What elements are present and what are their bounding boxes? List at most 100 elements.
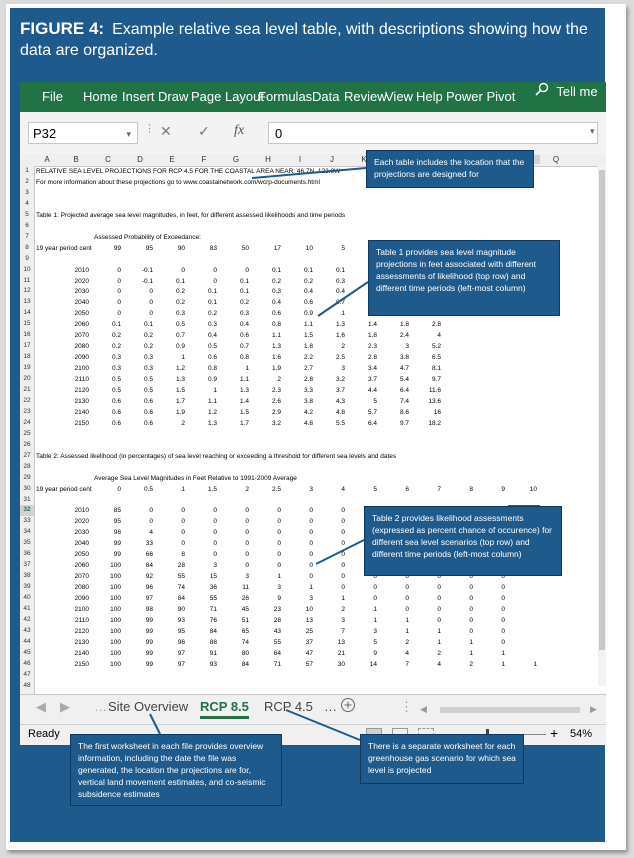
cell-value[interactable]: 0 (252, 540, 281, 547)
cell-value[interactable]: 2.7 (284, 365, 313, 372)
cell-value[interactable]: 6.4 (380, 387, 409, 394)
cell-value[interactable]: 0.3 (92, 354, 121, 361)
table2-level-header[interactable]: Average Sea Level Magnitudes in Feet Rel… (94, 475, 297, 482)
cell-value[interactable]: 6.5 (412, 354, 441, 361)
cell-value[interactable]: 9.7 (412, 376, 441, 383)
insert-function-icon[interactable]: fx (234, 123, 244, 139)
cell-value[interactable]: 2 (380, 639, 409, 646)
cell-value[interactable]: 4.4 (348, 387, 377, 394)
row-header[interactable]: 27 (20, 451, 34, 462)
cell-value[interactable]: 28 (252, 617, 281, 624)
cell-value[interactable]: 0 (476, 606, 505, 613)
cell-value[interactable]: 0 (220, 529, 249, 536)
cell-value[interactable]: 0 (252, 507, 281, 514)
vertical-scrollbar[interactable] (598, 166, 606, 686)
tab-home[interactable]: Home (83, 89, 118, 104)
cell-value[interactable]: 1 (156, 486, 185, 493)
row-header[interactable]: 1 (20, 166, 34, 177)
cell-value[interactable]: 1.4 (348, 321, 377, 328)
row-header[interactable]: 40 (20, 593, 34, 604)
cell-value[interactable]: 4 (316, 486, 345, 493)
row-header[interactable]: 12 (20, 286, 34, 297)
cell-value[interactable]: 57 (284, 661, 313, 668)
cell-value[interactable]: 5.5 (316, 420, 345, 427)
cell-value[interactable]: 2110 (60, 617, 89, 624)
cell-value[interactable]: 2010 (60, 507, 89, 514)
cell-value[interactable]: 2150 (60, 420, 89, 427)
formula-input[interactable]: 0 (268, 122, 598, 144)
tab-more-dots[interactable]: … (94, 699, 107, 714)
cell-value[interactable]: 2070 (60, 573, 89, 580)
cell-value[interactable]: 84 (124, 562, 153, 569)
cell-value[interactable]: 0.5 (92, 387, 121, 394)
cell-value[interactable]: 65 (220, 628, 249, 635)
vertical-scrollbar-thumb[interactable] (599, 170, 605, 650)
cell-value[interactable]: 2.5 (252, 486, 281, 493)
column-header-a[interactable]: A (34, 155, 60, 164)
chevron-down-icon[interactable]: ▾ (126, 123, 131, 145)
cell-value[interactable]: 1.5 (188, 486, 217, 493)
cell-value[interactable]: 1.8 (284, 343, 313, 350)
cell-value[interactable]: 0.9 (156, 343, 185, 350)
cell-value[interactable]: 6 (380, 486, 409, 493)
cell-value[interactable]: 0.6 (284, 299, 313, 306)
cell-value[interactable]: 0.6 (124, 398, 153, 405)
tab-more-dots-right[interactable]: … (324, 699, 337, 714)
cell-value[interactable]: 1 (188, 387, 217, 394)
cell-value[interactable]: 4.3 (316, 398, 345, 405)
cell-value[interactable]: 0.1 (316, 267, 345, 274)
cell-value[interactable]: 1 (316, 595, 345, 602)
cell-value[interactable]: 2060 (60, 562, 89, 569)
cell-value[interactable]: 74 (156, 584, 185, 591)
cell-value[interactable]: 0 (476, 617, 505, 624)
enter-check-icon[interactable]: ✓ (198, 123, 210, 140)
cell-value[interactable]: 0 (92, 486, 121, 493)
row-header[interactable]: 21 (20, 385, 34, 396)
cell-value[interactable]: 0.1 (188, 288, 217, 295)
cell-value[interactable]: 2.3 (252, 387, 281, 394)
tab-help[interactable]: Help (416, 89, 443, 104)
cell-value[interactable]: 0 (252, 562, 281, 569)
cell-value[interactable]: 0.8 (188, 365, 217, 372)
cell-value[interactable]: 0.6 (220, 332, 249, 339)
cell-value[interactable]: 0.2 (188, 310, 217, 317)
cell-value[interactable]: 0 (444, 617, 473, 624)
cell-value[interactable]: 8.6 (380, 409, 409, 416)
cell-value[interactable]: 98 (124, 606, 153, 613)
cell-value[interactable]: 2.9 (252, 409, 281, 416)
cell-value[interactable]: 2 (316, 343, 345, 350)
cell-value[interactable]: 3.7 (316, 387, 345, 394)
cell-value[interactable]: 0 (124, 310, 153, 317)
cell-value[interactable]: 0 (348, 584, 377, 591)
cell-value[interactable]: 3 (316, 617, 345, 624)
cell-value[interactable]: 4.2 (284, 409, 313, 416)
cell-value[interactable]: 0 (124, 299, 153, 306)
cell-value[interactable]: 0.1 (252, 267, 281, 274)
cell-value[interactable]: 100 (92, 617, 121, 624)
cell-value[interactable]: 1.2 (156, 365, 185, 372)
cell-value[interactable]: 1.1 (284, 321, 313, 328)
row-header[interactable]: 2 (20, 177, 34, 188)
cell-value[interactable]: 99 (124, 661, 153, 668)
cell-value[interactable]: 11 (220, 584, 249, 591)
cell-value[interactable]: 0 (156, 507, 185, 514)
cell-value[interactable]: 2040 (60, 299, 89, 306)
cell-value[interactable]: 0.5 (156, 321, 185, 328)
row-header[interactable]: 48 (20, 681, 34, 692)
cell-value[interactable]: 74 (220, 639, 249, 646)
cell-value[interactable]: 99 (92, 245, 121, 252)
cell-value[interactable]: 3.8 (380, 354, 409, 361)
cell-value[interactable]: 0 (444, 584, 473, 591)
cell-value[interactable]: 0.3 (124, 365, 153, 372)
name-box[interactable]: P32 ▾ (28, 122, 138, 144)
cell-value[interactable]: 7 (412, 486, 441, 493)
cell-value[interactable]: 0 (220, 518, 249, 525)
cell-value[interactable]: 0 (188, 267, 217, 274)
row-header[interactable]: 35 (20, 538, 34, 549)
row-header[interactable]: 29 (20, 473, 34, 484)
row-header[interactable]: 38 (20, 571, 34, 582)
tell-me-search[interactable]: Tell me (535, 82, 598, 106)
cell-value[interactable]: 1.9 (156, 409, 185, 416)
cell-value[interactable]: 2030 (60, 529, 89, 536)
cell-value[interactable]: 84 (220, 661, 249, 668)
